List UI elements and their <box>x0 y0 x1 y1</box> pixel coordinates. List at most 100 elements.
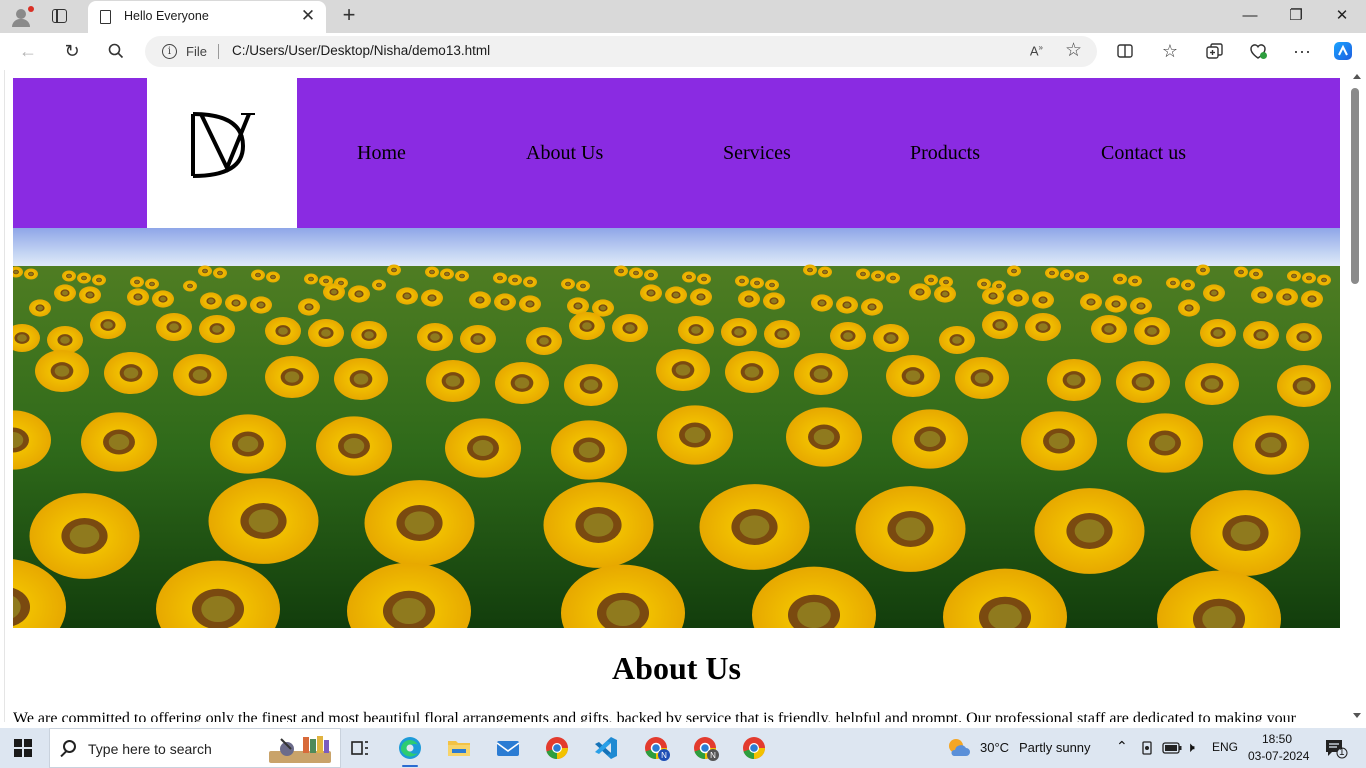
sunflower <box>1276 288 1298 306</box>
sunflower <box>886 354 940 398</box>
weather-icon[interactable] <box>946 736 972 760</box>
nav-services[interactable]: Services <box>723 142 791 165</box>
scroll-down-icon[interactable] <box>1353 713 1361 718</box>
tab-title: Hello Everyone <box>124 9 209 23</box>
back-icon[interactable]: ← <box>15 38 41 64</box>
windows-start-icon[interactable] <box>14 739 32 757</box>
sunflower <box>200 292 222 310</box>
new-tab-icon[interactable]: + <box>337 3 361 27</box>
page-icon <box>100 10 111 24</box>
read-aloud-icon[interactable]: A» <box>1030 43 1043 58</box>
sunflower <box>803 264 817 276</box>
chrome-icon-2[interactable] <box>734 732 774 764</box>
sunflower <box>156 312 192 342</box>
sunflower <box>955 356 1009 400</box>
sunflower <box>92 274 106 286</box>
chrome-icon[interactable] <box>537 732 577 764</box>
sunflower <box>1105 295 1127 313</box>
address-url[interactable]: C:/Users/User/Desktop/Nisha/demo13.html <box>232 43 490 58</box>
sunflower <box>697 273 711 285</box>
vscode-icon[interactable] <box>586 732 626 764</box>
task-view-icon[interactable] <box>340 732 380 764</box>
sunflower <box>569 311 605 341</box>
weather-desc[interactable]: Partly sunny <box>1019 740 1091 755</box>
edge-icon[interactable] <box>390 732 430 767</box>
nav-home[interactable]: Home <box>357 142 406 165</box>
favorite-star-icon[interactable]: ☆ <box>1065 39 1082 62</box>
chrome-profile-n-icon[interactable]: N <box>636 732 676 764</box>
sunflower <box>1196 264 1210 276</box>
sunflower <box>47 325 83 355</box>
sunflower <box>251 269 265 281</box>
sunflower <box>334 357 388 401</box>
device-icon[interactable] <box>1140 740 1154 756</box>
active-tab[interactable]: Hello Everyone ✕ <box>88 1 326 33</box>
scroll-up-icon[interactable] <box>1353 74 1361 79</box>
battery-icon[interactable] <box>1162 742 1182 754</box>
sunflower <box>493 272 507 284</box>
sunflower <box>250 296 272 314</box>
refresh-icon[interactable]: ↻ <box>59 38 85 64</box>
chevron-up-icon[interactable]: ⌃ <box>1116 738 1128 755</box>
sunflower <box>1200 318 1236 348</box>
sunflower <box>811 294 833 312</box>
address-bar[interactable]: i File C:/Users/User/Desktop/Nisha/demo1… <box>145 36 1097 67</box>
sunflower <box>526 326 562 356</box>
sunflower <box>323 283 345 301</box>
sunflower <box>576 280 590 292</box>
clock-date[interactable]: 03-07-2024 <box>1248 749 1309 763</box>
dv-logo-icon <box>191 112 255 178</box>
weather-temp[interactable]: 30°C <box>980 740 1009 755</box>
restore-icon[interactable]: ❐ <box>1274 4 1318 28</box>
minimize-icon[interactable]: — <box>1228 4 1272 28</box>
language-indicator[interactable]: ENG <box>1212 740 1238 754</box>
split-screen-icon[interactable] <box>1112 38 1138 64</box>
info-icon[interactable]: i <box>162 44 177 59</box>
tab-actions-icon[interactable] <box>52 9 67 23</box>
sunflower <box>523 276 537 288</box>
clock-time[interactable]: 18:50 <box>1262 732 1292 746</box>
sunflower <box>298 298 320 316</box>
sunflower <box>1116 360 1170 404</box>
search-icon[interactable] <box>103 38 129 64</box>
mail-icon[interactable] <box>488 732 528 764</box>
sunflower <box>348 285 370 303</box>
nav-about-us[interactable]: About Us <box>526 142 603 165</box>
collections-icon[interactable] <box>1201 38 1227 64</box>
scroll-thumb[interactable] <box>1351 88 1359 284</box>
page-scrollbar[interactable] <box>1348 70 1366 722</box>
sunflower <box>421 289 443 307</box>
sunflower <box>1091 314 1127 344</box>
sunflower <box>372 279 386 291</box>
search-highlight-icon <box>269 736 331 763</box>
file-explorer-icon[interactable] <box>439 732 479 764</box>
site-logo[interactable] <box>147 78 297 228</box>
copilot-icon[interactable] <box>1330 38 1356 64</box>
sunflower <box>198 265 212 277</box>
sunflower <box>786 407 862 467</box>
profile-icon[interactable] <box>9 5 34 27</box>
favorites-icon[interactable]: ☆ <box>1157 38 1183 64</box>
sunflower <box>892 409 968 469</box>
taskbar-search[interactable]: Type here to search <box>49 728 341 768</box>
sunflower <box>387 264 401 276</box>
sunflower <box>173 353 227 397</box>
sunflower <box>104 351 158 395</box>
close-icon[interactable]: ✕ <box>298 6 318 26</box>
nav-products[interactable]: Products <box>910 142 980 165</box>
sunflower <box>855 486 966 572</box>
volume-muted-icon[interactable]: 🕨 <box>1186 739 1195 756</box>
chrome-profile-n2-icon[interactable]: N <box>685 732 725 764</box>
sunflower <box>79 286 101 304</box>
about-heading: About Us <box>612 650 741 686</box>
sunflower <box>364 480 475 566</box>
browser-essentials-icon[interactable] <box>1245 38 1271 64</box>
notification-count: 1 <box>1339 747 1345 758</box>
sunflower <box>29 299 51 317</box>
nav-contact-us[interactable]: Contact us <box>1101 142 1186 165</box>
window-close-icon[interactable]: ✕ <box>1320 4 1364 28</box>
sunflower <box>721 317 757 347</box>
taskbar: Type here to search N N 30°C Partly sunn… <box>0 728 1366 768</box>
address-separator <box>218 44 219 59</box>
more-icon[interactable]: ··· <box>1289 38 1315 64</box>
